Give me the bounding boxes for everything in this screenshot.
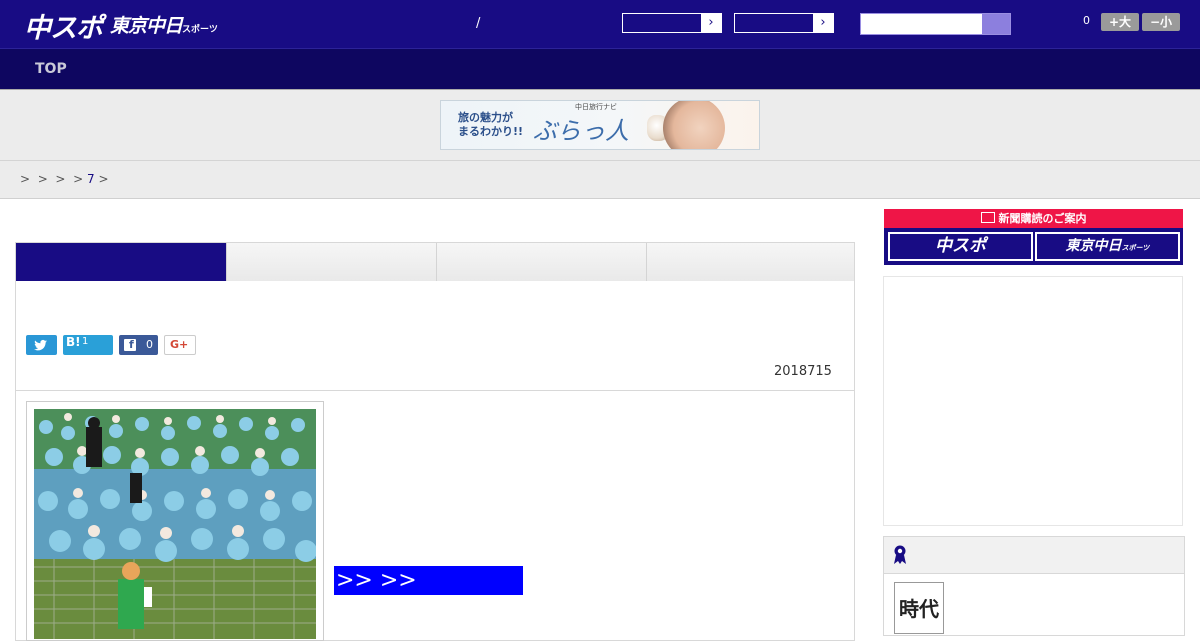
- font-size-decrease-button[interactable]: −小: [1142, 13, 1180, 31]
- subscription-header: 新聞購読のご案内: [884, 209, 1183, 228]
- banner-headline-line2: まるわかり!!: [458, 125, 524, 138]
- search-button[interactable]: [982, 14, 1010, 34]
- font-size-increase-button[interactable]: +大: [1101, 13, 1139, 31]
- chevron-right-icon: ›: [701, 14, 721, 32]
- site-header: 中スポ 東京中日スポーツ / › › 0 +大 −小: [0, 0, 1200, 49]
- article-photo-frame: [26, 401, 324, 641]
- breadcrumb-bar: > > > > 7 >: [0, 161, 1200, 199]
- category-select[interactable]: ›: [734, 13, 834, 33]
- article-photo[interactable]: [34, 409, 316, 639]
- breadcrumb-separator: >: [37, 172, 48, 186]
- article-date: 2018715: [774, 364, 832, 379]
- header-divider: /: [476, 16, 481, 31]
- tab-2[interactable]: [226, 243, 436, 281]
- google-plus-icon: G+: [170, 338, 189, 351]
- baseball-crowd-photo-icon: [34, 409, 316, 639]
- read-more-button[interactable]: >> >>: [334, 566, 523, 595]
- subscription-box: 新聞購読のご案内 中スポ 東京中日スポーツ: [884, 209, 1183, 265]
- counter-text: 0: [1083, 14, 1090, 27]
- banner-area: 旅の魅力が まるわかり!! 中日旅行ナビ ぶらっ人: [0, 90, 1200, 161]
- tokyo-chunichi-logo[interactable]: 東京中日スポーツ: [110, 11, 218, 38]
- article-divider: [16, 390, 854, 391]
- travel-ad-banner[interactable]: 旅の魅力が まるわかり!! 中日旅行ナビ ぶらっ人: [440, 100, 760, 150]
- hatena-count: 1: [82, 336, 89, 347]
- tab-1[interactable]: [16, 243, 226, 288]
- nav-item-top[interactable]: TOP: [35, 61, 67, 77]
- award-ribbon-icon: [894, 545, 906, 564]
- tab-3[interactable]: [436, 243, 646, 281]
- subscribe-tokyo-chunichi-label: 東京中日: [1065, 238, 1122, 254]
- banner-headline-line1: 旅の魅力が: [458, 111, 513, 124]
- section-tabs: [15, 242, 855, 288]
- breadcrumb-item[interactable]: 7: [87, 172, 95, 186]
- ranking-thumbnail-text: 時代: [899, 597, 939, 621]
- subscribe-chuspo-button[interactable]: 中スポ: [888, 232, 1033, 261]
- chuspo-logo[interactable]: 中スポ: [24, 6, 103, 45]
- subscribe-tokyo-chunichi-suffix: スポーツ: [1121, 244, 1150, 252]
- twitter-share-button[interactable]: [26, 335, 57, 355]
- woman-photo: [663, 101, 725, 149]
- search-box: [860, 13, 1011, 35]
- ranking-thumbnail[interactable]: 時代: [894, 582, 944, 634]
- hatena-icon: B!: [66, 335, 81, 349]
- twitter-icon: [34, 339, 47, 351]
- chevron-right-icon: ›: [813, 14, 833, 32]
- tab-4[interactable]: [646, 243, 854, 281]
- banner-brand-name: ぶらっ人: [533, 117, 629, 145]
- breadcrumb-separator: >: [98, 172, 109, 186]
- newspaper-icon: [980, 212, 995, 223]
- banner-headline: 旅の魅力が まるわかり!!: [458, 111, 523, 139]
- subscription-title: 新聞購読のご案内: [998, 212, 1087, 225]
- google-plus-share-button[interactable]: G+: [164, 335, 196, 355]
- breadcrumb: > > > > 7 >: [20, 172, 109, 186]
- facebook-count: 0: [146, 338, 153, 351]
- breadcrumb-separator: >: [20, 172, 31, 186]
- hatena-bookmark-button[interactable]: B! 1: [63, 335, 113, 355]
- ranking-header: [884, 537, 1184, 574]
- facebook-share-button[interactable]: f 0: [119, 335, 158, 355]
- tokyo-chunichi-logo-suffix: スポーツ: [182, 25, 218, 35]
- global-nav: TOP: [0, 49, 1200, 90]
- ranking-box: 時代: [883, 536, 1185, 636]
- facebook-icon: f: [124, 338, 136, 351]
- tokyo-chunichi-logo-text: 東京中日: [110, 15, 183, 37]
- search-input[interactable]: [861, 14, 982, 34]
- subscribe-tokyo-chunichi-button[interactable]: 東京中日スポーツ: [1035, 232, 1180, 261]
- breadcrumb-separator: >: [73, 172, 84, 186]
- sidebar-ad-slot[interactable]: [883, 276, 1183, 526]
- region-select[interactable]: ›: [622, 13, 722, 33]
- breadcrumb-separator: >: [55, 172, 66, 186]
